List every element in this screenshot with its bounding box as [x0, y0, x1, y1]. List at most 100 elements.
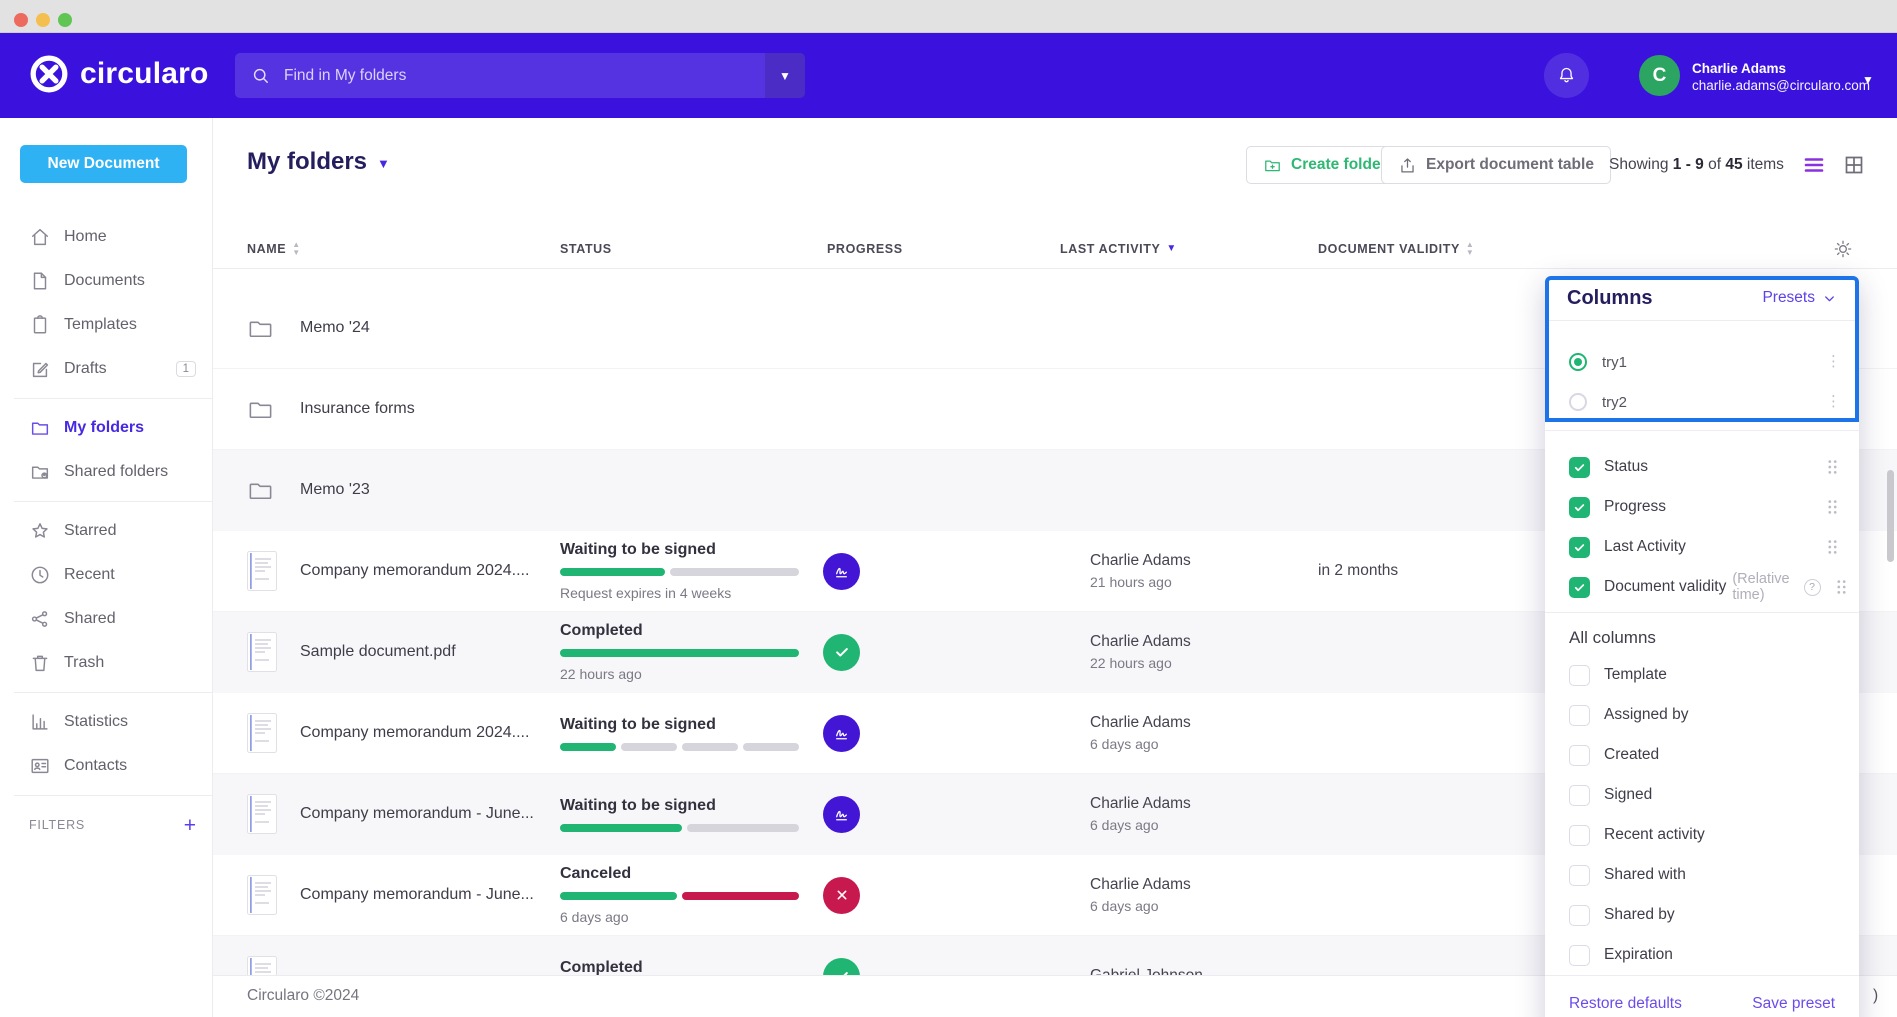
drag-handle-icon[interactable]	[1835, 578, 1848, 596]
preset-row-try1[interactable]: try1 ⋮	[1545, 342, 1859, 382]
sidebar-item-shared[interactable]: Shared	[0, 597, 212, 641]
sidebar-item-statistics[interactable]: Statistics	[0, 700, 212, 744]
drag-handle-icon[interactable]	[1826, 498, 1839, 516]
column-toggle-progress[interactable]: Progress	[1545, 487, 1859, 527]
sidebar-item-templates[interactable]: Templates	[0, 303, 212, 347]
title-caret-icon[interactable]: ▼	[377, 153, 390, 171]
column-header-last-activity[interactable]: LAST ACTIVITY ▼	[1060, 242, 1318, 256]
row-name[interactable]: Company memorandum 2024....	[300, 724, 560, 742]
page-title[interactable]: My folders ▼	[247, 148, 390, 176]
drag-handle-icon[interactable]	[1826, 458, 1839, 476]
create-folder-button[interactable]: Create folder	[1246, 146, 1404, 184]
row-name[interactable]: Insurance forms	[300, 400, 560, 418]
window-close-button[interactable]	[14, 13, 28, 27]
column-toggle-last-activity[interactable]: Last Activity	[1545, 527, 1859, 567]
column-toggle-recent-activity[interactable]: Recent activity	[1545, 815, 1859, 855]
kebab-menu-icon[interactable]: ⋮	[1826, 355, 1841, 369]
kebab-menu-icon[interactable]: ⋮	[1826, 395, 1841, 409]
sidebar-item-recent[interactable]: Recent	[0, 553, 212, 597]
checkbox-checked-icon[interactable]	[1569, 537, 1590, 558]
export-document-table-button[interactable]: Export document table	[1381, 146, 1611, 184]
sidebar-item-shared-folders[interactable]: Shared folders	[0, 450, 212, 494]
sign-status-icon[interactable]	[823, 796, 860, 833]
checkbox-checked-icon[interactable]	[1569, 457, 1590, 478]
sign-status-icon[interactable]	[823, 553, 860, 590]
brand[interactable]: circularo	[30, 55, 209, 93]
save-preset-link[interactable]: Save preset	[1752, 995, 1835, 1013]
side-item-label: Templates	[64, 316, 137, 334]
checkbox-checked-icon[interactable]	[1569, 577, 1590, 598]
cancel-status-icon[interactable]	[823, 877, 860, 914]
preset-radio[interactable]	[1569, 393, 1587, 411]
user-menu[interactable]: Charlie Adams charlie.adams@circularo.co…	[1692, 60, 1870, 94]
column-toggle-shared-by[interactable]: Shared by	[1545, 895, 1859, 935]
sidebar-item-trash[interactable]: Trash	[0, 641, 212, 685]
grid-view-button[interactable]	[1842, 153, 1866, 177]
row-name[interactable]: Company memorandum - June...	[300, 886, 560, 904]
checkbox-unchecked-icon[interactable]	[1569, 665, 1590, 686]
column-toggle-document-validity[interactable]: Document validity (Relative time) ?	[1545, 567, 1859, 607]
scrollbar-thumb[interactable]	[1887, 470, 1894, 562]
user-email: charlie.adams@circularo.com	[1692, 77, 1870, 94]
preset-radio[interactable]	[1569, 353, 1587, 371]
row-name[interactable]: Memo '23	[300, 481, 560, 499]
checkbox-unchecked-icon[interactable]	[1569, 785, 1590, 806]
status-block: Waiting to be signed	[560, 716, 815, 751]
row-name[interactable]: Memo '24	[300, 319, 560, 337]
check-status-icon[interactable]	[823, 634, 860, 671]
sort-icon[interactable]: ▲▼	[292, 241, 301, 256]
search-input[interactable]: Find in My folders ▼	[235, 53, 805, 98]
drag-handle-icon[interactable]	[1826, 538, 1839, 556]
sidebar-divider	[14, 501, 212, 502]
folder-icon	[29, 417, 51, 439]
column-toggle-template[interactable]: Template	[1545, 655, 1859, 695]
help-icon[interactable]: ?	[1804, 579, 1821, 596]
user-avatar[interactable]: C	[1639, 55, 1680, 96]
add-filter-button[interactable]: +	[184, 815, 196, 836]
column-toggle-expiration[interactable]: Expiration	[1545, 935, 1859, 975]
restore-defaults-link[interactable]: Restore defaults	[1569, 995, 1682, 1013]
sidebar-item-contacts[interactable]: Contacts	[0, 744, 212, 788]
checkbox-unchecked-icon[interactable]	[1569, 825, 1590, 846]
sidebar-menu: Home Documents Templates Drafts 1 My fol…	[0, 215, 212, 847]
sidebar-item-home[interactable]: Home	[0, 215, 212, 259]
window-zoom-button[interactable]	[58, 13, 72, 27]
row-name[interactable]: Company memorandum - June...	[300, 805, 560, 823]
checkbox-checked-icon[interactable]	[1569, 497, 1590, 518]
new-document-button[interactable]: New Document	[20, 145, 187, 183]
window-minimize-button[interactable]	[36, 13, 50, 27]
column-toggle-status[interactable]: Status	[1545, 447, 1859, 487]
presets-dropdown[interactable]: Presets	[1762, 289, 1837, 307]
sidebar-item-my-folders[interactable]: My folders	[0, 406, 212, 450]
column-settings-gear-icon[interactable]	[1833, 239, 1853, 259]
sidebar-item-starred[interactable]: Starred	[0, 509, 212, 553]
search-scope-dropdown[interactable]: ▼	[765, 53, 805, 98]
row-name[interactable]: Sample document.pdf	[300, 643, 560, 661]
sidebar-item-documents[interactable]: Documents	[0, 259, 212, 303]
checkbox-unchecked-icon[interactable]	[1569, 945, 1590, 966]
checkbox-unchecked-icon[interactable]	[1569, 705, 1590, 726]
progress-cell	[815, 634, 1060, 671]
row-name[interactable]: Company memorandum 2024....	[300, 562, 560, 580]
sort-icon[interactable]: ▲▼	[1466, 241, 1475, 256]
progress-segment-green	[560, 649, 799, 657]
column-toggle-created[interactable]: Created	[1545, 735, 1859, 775]
preset-row-try2[interactable]: try2 ⋮	[1545, 382, 1859, 422]
list-view-button[interactable]	[1802, 153, 1826, 177]
column-toggle-shared-with[interactable]: Shared with	[1545, 855, 1859, 895]
sign-status-icon[interactable]	[823, 715, 860, 752]
column-header-name[interactable]: NAME ▲▼	[247, 241, 560, 256]
checkbox-unchecked-icon[interactable]	[1569, 745, 1590, 766]
column-header-status[interactable]: STATUS	[560, 242, 815, 256]
checkbox-unchecked-icon[interactable]	[1569, 905, 1590, 926]
column-header-document-validity[interactable]: DOCUMENT VALIDITY ▲▼	[1318, 241, 1863, 256]
sidebar-item-drafts[interactable]: Drafts 1	[0, 347, 212, 391]
checkbox-unchecked-icon[interactable]	[1569, 865, 1590, 886]
column-header-progress[interactable]: PROGRESS	[815, 242, 1060, 256]
activity-user: Charlie Adams	[1090, 633, 1318, 651]
user-menu-caret-icon[interactable]: ▼	[1862, 73, 1874, 87]
sort-desc-icon[interactable]: ▼	[1166, 243, 1177, 254]
column-toggle-assigned-by[interactable]: Assigned by	[1545, 695, 1859, 735]
notifications-button[interactable]	[1544, 53, 1589, 98]
column-toggle-signed[interactable]: Signed	[1545, 775, 1859, 815]
